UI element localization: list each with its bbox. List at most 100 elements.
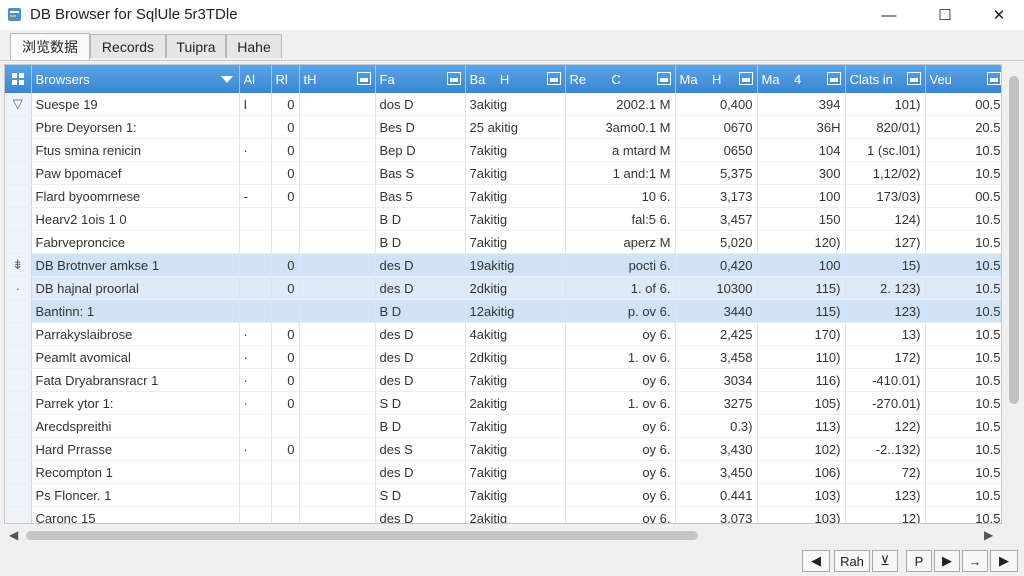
table-cell[interactable]: 1. of 6. [565,276,676,300]
table-cell[interactable]: 5,020 [675,230,758,254]
table-cell[interactable]: 10.5 [925,161,1001,185]
table-row[interactable]: Ftus smina renicin · 0 Bep D 7akitig a mtard … [5,138,1001,162]
table-cell[interactable]: DB hajnal proorlal [31,276,240,300]
column-chart-icon[interactable] [826,72,841,85]
table-cell[interactable]: 116) [757,368,846,392]
table-cell[interactable]: 173/03) [845,184,926,208]
table-cell[interactable]: 110) [757,345,846,369]
table-cell[interactable]: · [239,437,272,461]
table-row[interactable]: Fabrveproncice B D 7akitig aperz M 5,020 120)… [5,230,1001,254]
table-row[interactable]: Bantinn: 1 B D 12akitig p. ov 6. 3440 115) 123… [5,299,1001,323]
column-header-ma[interactable]: Ma H [675,65,758,93]
table-cell[interactable] [299,276,376,300]
table-cell[interactable]: 3,457 [675,207,758,231]
horizontal-scroll-thumb[interactable] [26,531,698,540]
table-cell[interactable]: oy 6. [565,460,676,484]
table-cell[interactable]: 10 6. [565,184,676,208]
table-cell[interactable]: 10.5 [925,299,1001,323]
column-header-ma-2[interactable]: Ma 4 [757,65,846,93]
table-cell[interactable]: 0 [271,93,300,116]
table-cell[interactable] [271,414,300,438]
data-grid[interactable]: Browsers Al Rl tH Fa Ba H Re C Ma H Ma 4… [4,64,1002,524]
table-cell[interactable]: des D [375,368,466,392]
table-cell[interactable]: 2akitig [465,506,566,523]
column-header-al[interactable]: Al [239,65,272,93]
table-cell[interactable]: 7akitig [465,368,566,392]
table-cell[interactable]: 20.5 [925,115,1001,139]
table-row[interactable]: Paw bpomacef 0 Bas S 7akitig 1 and:1 M 5,375 3… [5,161,1001,185]
table-cell[interactable]: 1 and:1 M [565,161,676,185]
table-cell[interactable]: 7akitig [465,414,566,438]
table-cell[interactable]: 15) [845,253,926,277]
table-cell[interactable]: 101) [845,93,926,116]
row-header[interactable] [5,184,32,208]
table-cell[interactable]: Fabrveproncice [31,230,240,254]
table-cell[interactable]: 122) [845,414,926,438]
filter-button[interactable]: ⊻ [872,550,898,572]
table-cell[interactable]: 7akitig [465,437,566,461]
table-row[interactable]: Ps Floncer. 1 S D 7akitig oy 6. 0.441 103) 123… [5,483,1001,507]
table-cell[interactable]: 3,173 [675,184,758,208]
table-cell[interactable] [299,460,376,484]
table-cell[interactable]: 105) [757,391,846,415]
close-button[interactable]: ✕ [976,0,1022,30]
table-cell[interactable]: 3,073 [675,506,758,523]
table-cell[interactable]: 123) [845,299,926,323]
table-cell[interactable]: S D [375,391,466,415]
table-cell[interactable]: S D [375,483,466,507]
table-cell[interactable]: 0.3) [675,414,758,438]
table-cell[interactable]: -410.01) [845,368,926,392]
table-cell[interactable] [271,299,300,323]
table-cell[interactable]: Bes D [375,115,466,139]
table-cell[interactable]: 00.5 [925,93,1001,116]
vertical-scrollbar[interactable] [1004,64,1022,524]
table-cell[interactable] [271,483,300,507]
column-chart-icon[interactable] [356,72,371,85]
table-cell[interactable]: Parrakyslaibrose [31,322,240,346]
maximize-button[interactable]: ☐ [922,0,968,30]
row-header[interactable] [5,391,32,415]
column-chart-icon[interactable] [546,72,561,85]
table-row[interactable]: Recompton 1 des D 7akitig oy 6. 3,450 106) 72)… [5,460,1001,484]
table-row[interactable]: Peamlt avomical · 0 des D 2dkitig 1. ov 6. 3,4… [5,345,1001,369]
table-cell[interactable]: des D [375,322,466,346]
minimize-button[interactable]: — [866,0,912,30]
table-row[interactable]: Parrek ytor 1: · 0 S D 2akitig 1. ov 6. 3275 10… [5,391,1001,415]
row-header[interactable] [5,322,32,346]
table-cell[interactable]: 104 [757,138,846,162]
table-cell[interactable]: I [239,93,272,116]
forward-button[interactable]: → [962,550,988,572]
table-cell[interactable]: 0 [271,276,300,300]
row-header[interactable] [5,345,32,369]
table-cell[interactable]: 103) [757,483,846,507]
table-cell[interactable] [299,161,376,185]
table-row[interactable]: Pbre Deyorsen 1: 0 Bes D 25 akitig 3amo0.1 M… [5,115,1001,139]
column-chart-icon[interactable] [906,72,921,85]
table-cell[interactable] [239,460,272,484]
table-cell[interactable]: Ps Floncer. 1 [31,483,240,507]
table-cell[interactable] [271,230,300,254]
table-cell[interactable]: B D [375,230,466,254]
scroll-left-icon[interactable]: ◀ [9,528,18,542]
table-cell[interactable]: 106) [757,460,846,484]
table-cell[interactable] [299,483,376,507]
table-cell[interactable]: 3,430 [675,437,758,461]
page-p-button[interactable]: P [906,550,932,572]
table-cell[interactable]: Fata Dryabransracr 1 [31,368,240,392]
table-cell[interactable]: 13) [845,322,926,346]
table-cell[interactable]: 2,425 [675,322,758,346]
table-cell[interactable]: pocti 6. [565,253,676,277]
table-cell[interactable] [299,345,376,369]
tab-records[interactable]: Records [90,34,166,58]
table-cell[interactable]: 0 [271,437,300,461]
table-cell[interactable]: 115) [757,276,846,300]
table-cell[interactable]: Arecdspreithi [31,414,240,438]
table-cell[interactable]: Bep D [375,138,466,162]
table-cell[interactable]: 0.441 [675,483,758,507]
table-cell[interactable]: · [239,391,272,415]
table-cell[interactable] [299,230,376,254]
table-cell[interactable]: Peamlt avomical [31,345,240,369]
table-cell[interactable]: 0 [271,322,300,346]
table-cell[interactable]: 0 [271,115,300,139]
table-cell[interactable] [239,115,272,139]
